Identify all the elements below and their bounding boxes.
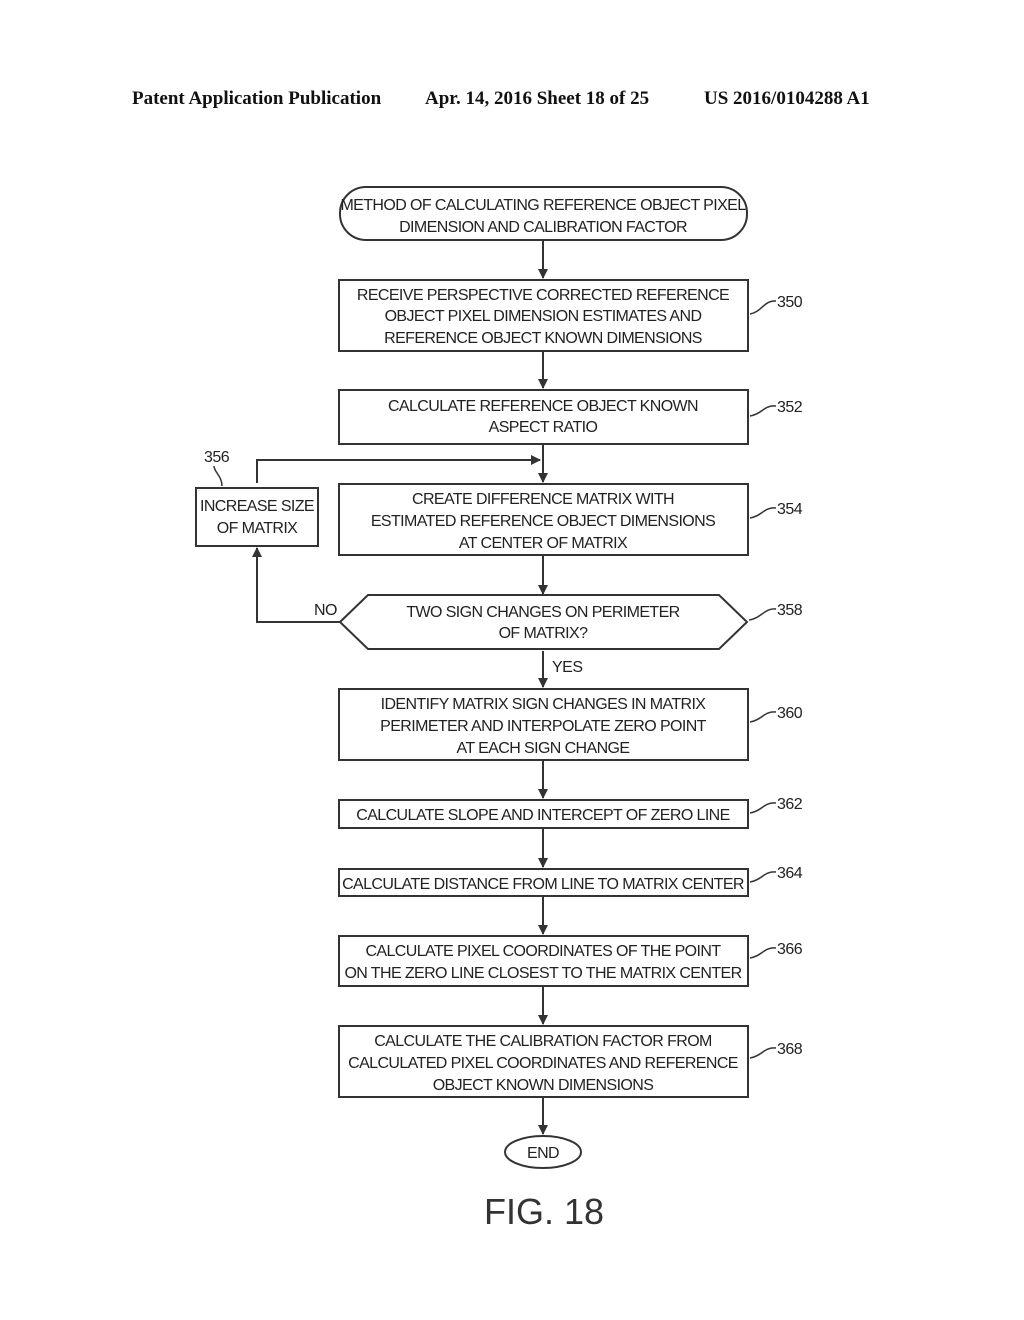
step-352-line-2: ASPECT RATIO xyxy=(489,419,598,436)
step-350: RECEIVE PERSPECTIVE CORRECTED REFERENCE … xyxy=(338,279,803,352)
step-362-line-1: CALCULATE SLOPE AND INTERCEPT OF ZERO LI… xyxy=(356,807,729,824)
no-branch-label: NO xyxy=(314,602,337,619)
step-368-line-1: CALCULATE THE CALIBRATION FACTOR FROM xyxy=(374,1033,712,1050)
step-354-line-1: CREATE DIFFERENCE MATRIX WITH xyxy=(412,491,674,508)
yes-branch-label: YES xyxy=(552,659,583,676)
step-368: CALCULATE THE CALIBRATION FACTOR FROM CA… xyxy=(338,1025,803,1098)
step-364: CALCULATE DISTANCE FROM LINE TO MATRIX C… xyxy=(338,865,803,897)
ref-368: 368 xyxy=(777,1041,803,1058)
decision-358-line-2: OF MATRIX? xyxy=(499,625,589,642)
step-354-line-3: AT CENTER OF MATRIX xyxy=(459,535,628,552)
step-366: CALCULATE PIXEL COORDINATES OF THE POINT… xyxy=(338,935,803,987)
leader-364 xyxy=(749,871,777,883)
ref-350: 350 xyxy=(777,294,803,311)
leader-366 xyxy=(749,947,777,959)
flowchart: METHOD OF CALCULATING REFERENCE OBJECT P… xyxy=(195,186,803,1232)
start-line-2: DIMENSION AND CALIBRATION FACTOR xyxy=(399,219,687,236)
ref-356: 356 xyxy=(204,449,230,466)
ref-366: 366 xyxy=(777,941,803,958)
ref-362: 362 xyxy=(777,796,803,813)
step-350-line-3: REFERENCE OBJECT KNOWN DIMENSIONS xyxy=(384,330,702,347)
step-364-line-1: CALCULATE DISTANCE FROM LINE TO MATRIX C… xyxy=(342,876,744,893)
step-368-line-3: OBJECT KNOWN DIMENSIONS xyxy=(433,1077,654,1094)
leader-362 xyxy=(749,802,777,814)
leader-354 xyxy=(749,507,777,519)
decision-358: TWO SIGN CHANGES ON PERIMETER OF MATRIX?… xyxy=(314,594,803,676)
ref-364: 364 xyxy=(777,865,803,882)
leader-360 xyxy=(749,711,777,723)
arrow-356-to-354 xyxy=(256,455,541,483)
leader-350 xyxy=(749,300,777,315)
connectors xyxy=(252,240,548,1135)
step-350-line-2: OBJECT PIXEL DIMENSION ESTIMATES AND xyxy=(385,308,702,325)
step-368-line-2: CALCULATED PIXEL COORDINATES AND REFEREN… xyxy=(348,1055,738,1072)
step-360-line-3: AT EACH SIGN CHANGE xyxy=(457,740,630,757)
figure-label: FIG. 18 xyxy=(484,1191,604,1232)
step-354: CREATE DIFFERENCE MATRIX WITH ESTIMATED … xyxy=(338,483,803,556)
end-label: END xyxy=(527,1145,559,1162)
step-360-line-2: PERIMETER AND INTERPOLATE ZERO POINT xyxy=(380,718,707,735)
ref-360: 360 xyxy=(777,705,803,722)
step-362: CALCULATE SLOPE AND INTERCEPT OF ZERO LI… xyxy=(338,796,803,829)
step-350-line-1: RECEIVE PERSPECTIVE CORRECTED REFERENCE xyxy=(357,287,729,304)
leader-356 xyxy=(213,465,223,487)
step-360-line-1: IDENTIFY MATRIX SIGN CHANGES IN MATRIX xyxy=(381,696,707,713)
start-terminal: METHOD OF CALCULATING REFERENCE OBJECT P… xyxy=(339,186,748,241)
step-366-line-1: CALCULATE PIXEL COORDINATES OF THE POINT xyxy=(365,943,721,960)
end-terminal: END xyxy=(504,1135,582,1169)
ref-352: 352 xyxy=(777,399,803,416)
step-360: IDENTIFY MATRIX SIGN CHANGES IN MATRIX P… xyxy=(338,688,803,761)
step-352: CALCULATE REFERENCE OBJECT KNOWN ASPECT … xyxy=(338,389,803,445)
leader-368 xyxy=(749,1047,777,1059)
step-366-line-2: ON THE ZERO LINE CLOSEST TO THE MATRIX C… xyxy=(344,965,741,982)
decision-358-line-1: TWO SIGN CHANGES ON PERIMETER xyxy=(406,604,679,621)
ref-358: 358 xyxy=(777,602,803,619)
step-356-line-2: OF MATRIX xyxy=(217,520,298,537)
step-354-line-2: ESTIMATED REFERENCE OBJECT DIMENSIONS xyxy=(371,513,715,530)
ref-354: 354 xyxy=(777,501,803,518)
leader-352 xyxy=(749,405,777,417)
leader-358 xyxy=(748,608,777,621)
start-line-1: METHOD OF CALCULATING REFERENCE OBJECT P… xyxy=(340,197,746,214)
step-356-line-1: INCREASE SIZE xyxy=(200,498,314,515)
step-352-line-1: CALCULATE REFERENCE OBJECT KNOWN xyxy=(388,398,698,415)
